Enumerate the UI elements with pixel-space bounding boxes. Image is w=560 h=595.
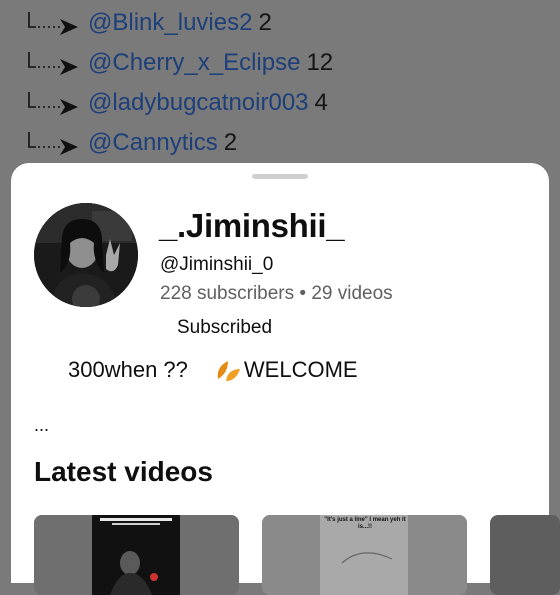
latest-videos-heading: Latest videos	[34, 456, 213, 487]
mention-handle[interactable]: @Cherry_x_Eclipse	[88, 49, 300, 77]
mention-handle[interactable]: @Blink_luvies2	[88, 9, 252, 37]
sheet-drag-handle[interactable]	[252, 174, 308, 179]
channel-bottom-sheet: _.Jiminshii_ @Jiminshii_0 228 subscriber…	[11, 163, 560, 595]
channel-stats: 228 subscribers • 29 videos	[160, 283, 393, 304]
thumbnail-caption: "It's just a line" I mean yeh it is...!!	[324, 517, 406, 530]
subscribed-button[interactable]: Subscribed	[169, 313, 280, 343]
video-thumbnail[interactable]	[490, 515, 560, 595]
description-text: 300when ??	[68, 357, 188, 382]
mention-count: 4	[314, 89, 328, 116]
reply-arrow-icon	[28, 92, 78, 115]
video-thumbnail[interactable]	[34, 515, 239, 595]
description-more[interactable]: ...	[34, 415, 49, 436]
background-list-item[interactable]: @Blink_luvies2 2	[26, 3, 272, 43]
background-list-item[interactable]: @Cherry_x_Eclipse 12	[26, 43, 333, 83]
mention-count: 2	[223, 129, 238, 156]
mention-handle[interactable]: @ladybugcatnoir003	[88, 89, 309, 117]
channel-handle: @Jiminshii_0	[160, 254, 274, 275]
leaf-emoji-icon	[217, 361, 240, 381]
background-list-item[interactable]: @ladybugcatnoir003 4	[26, 83, 328, 123]
thumbnail-image	[34, 515, 239, 595]
mention-handle[interactable]: @Cannytics	[88, 129, 218, 157]
mention-count: 2	[258, 9, 272, 36]
channel-description[interactable]: 300when ?? WELCOME	[68, 357, 358, 383]
mention-count: 12	[306, 49, 334, 76]
reply-arrow-icon	[28, 12, 78, 35]
description-text: WELCOME	[243, 357, 358, 382]
reply-arrow-icon	[28, 52, 78, 75]
video-thumbnail[interactable]: "It's just a line" I mean yeh it is...!!	[262, 515, 467, 595]
reply-arrow-icon	[28, 132, 78, 155]
channel-name: _.Jiminshii_	[159, 207, 345, 244]
background-list-item[interactable]: @Cannytics 2	[26, 123, 237, 163]
avatar[interactable]	[34, 203, 138, 307]
avatar-photo	[34, 203, 138, 307]
